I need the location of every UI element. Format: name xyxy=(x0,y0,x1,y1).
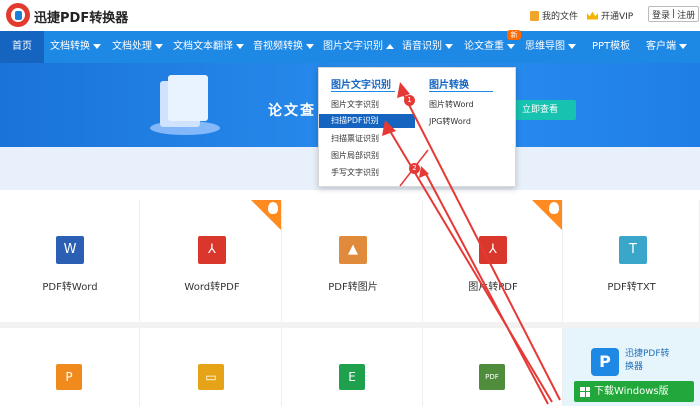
menu-item-jpg-to-word[interactable]: JPG转Word xyxy=(429,116,471,127)
excel-icon: E xyxy=(339,364,365,390)
tool-word-to-pdf[interactable]: ⅄ Word转PDF xyxy=(142,200,282,322)
banner-title: 论文查 xyxy=(268,103,316,119)
chevron-down-icon xyxy=(507,43,515,49)
nav-doc-convert-label: 文档转换 xyxy=(50,41,90,52)
folder-icon xyxy=(530,10,539,21)
pdf-doc-icon: PDF xyxy=(479,364,505,390)
menu-item-partial-ocr[interactable]: 图片局部识别 xyxy=(331,150,379,161)
pdf-icon: ⅄ xyxy=(198,236,226,264)
chevron-up-icon xyxy=(386,43,394,49)
nav-client[interactable]: 客户端 xyxy=(646,31,687,63)
register-link[interactable]: 注册 xyxy=(677,8,695,21)
nav-plagiarism-label: 论文查重 xyxy=(464,41,504,52)
menu-item-image-ocr[interactable]: 图片文字识别 xyxy=(331,99,379,110)
promo-title-line2: 换器 xyxy=(625,362,644,372)
tool-row2-image[interactable]: ▭ xyxy=(142,328,282,406)
nav-speech-label: 语音识别 xyxy=(402,41,442,52)
chevron-down-icon xyxy=(236,43,244,49)
word-icon: W xyxy=(56,236,84,264)
download-windows-button[interactable]: 下载Windows版 xyxy=(574,381,694,402)
pdf-app-logo-icon: P xyxy=(591,348,619,376)
chevron-down-icon xyxy=(93,43,101,49)
tool-label: PDF转TXT xyxy=(607,282,656,293)
promo-title: 迅捷PDF转 换器 xyxy=(625,348,695,374)
tool-image-to-pdf[interactable]: ⅄ 图片转PDF xyxy=(423,200,563,322)
nav-doc-translate-label: 文档文本翻译 xyxy=(173,41,233,52)
step-marker-2: 2 xyxy=(409,163,420,174)
step-marker-1: 1 xyxy=(404,95,415,106)
vip-link[interactable]: 开通VIP xyxy=(587,9,633,22)
top-header: 迅捷PDF转换器 我的文件 开通VIP 登录 | 注册 xyxy=(0,0,700,31)
image-icon: ▲ xyxy=(339,236,367,264)
chevron-down-icon xyxy=(568,43,576,49)
login-link[interactable]: 登录 xyxy=(652,8,670,21)
download-label: 下载Windows版 xyxy=(594,386,669,397)
heading-underline xyxy=(429,91,493,92)
page: 迅捷PDF转换器 我的文件 开通VIP 登录 | 注册 首页 文档转换 文档处理… xyxy=(0,0,700,406)
my-files-label: 我的文件 xyxy=(542,12,579,22)
promo-title-line1: 迅捷PDF转 xyxy=(625,349,670,359)
nav-home-label: 首页 xyxy=(12,41,32,52)
app-name: 迅捷PDF转换器 xyxy=(34,11,129,26)
nav-image-ocr-label: 图片文字识别 xyxy=(323,41,383,52)
heading-underline xyxy=(331,91,395,92)
txt-icon: T xyxy=(619,236,647,264)
tool-label: Word转PDF xyxy=(184,282,240,293)
chevron-down-icon xyxy=(306,43,314,49)
tool-pdf-to-txt[interactable]: T PDF转TXT xyxy=(563,200,700,322)
nav-speech[interactable]: 语音识别 xyxy=(402,31,453,63)
nav-home[interactable]: 首页 xyxy=(0,31,44,63)
tool-pdf-to-image[interactable]: ▲ PDF转图片 xyxy=(283,200,423,322)
nav-doc-convert[interactable]: 文档转换 xyxy=(50,31,101,63)
crown-icon xyxy=(587,11,598,20)
nav-mindmap[interactable]: 思维导图 xyxy=(525,31,576,63)
picture-icon: ▭ xyxy=(198,364,224,390)
nav-doc-process[interactable]: 文档处理 xyxy=(112,31,163,63)
menu-item-handwriting-ocr[interactable]: 手写文字识别 xyxy=(331,167,379,178)
auth-separator: | xyxy=(672,9,676,19)
ppt-icon: P xyxy=(56,364,82,390)
menu-item-scan-pdf-ocr[interactable]: 扫描PDF识别 xyxy=(319,114,415,128)
nav-mindmap-label: 思维导图 xyxy=(525,41,565,52)
chevron-down-icon xyxy=(679,43,687,49)
chevron-down-icon xyxy=(155,43,163,49)
nav-image-ocr[interactable]: 图片文字识别 xyxy=(323,31,394,63)
chevron-down-icon xyxy=(445,43,453,49)
nav-ppt-label: PPT模板 xyxy=(592,41,631,52)
pdf-icon: ⅄ xyxy=(479,236,507,264)
main-nav: 首页 文档转换 文档处理 文档文本翻译 音视频转换 图片文字识别 语音识别 论文… xyxy=(0,31,700,63)
auth-box: 登录 | 注册 xyxy=(648,6,700,22)
dropdown-heading-image-convert: 图片转换 xyxy=(429,80,469,91)
nav-av-convert-label: 音视频转换 xyxy=(253,41,303,52)
new-badge: 新 xyxy=(507,30,521,40)
flame-icon xyxy=(268,202,278,214)
tool-label: PDF转Word xyxy=(42,282,98,293)
nav-av-convert[interactable]: 音视频转换 xyxy=(253,31,314,63)
tool-label: PDF转图片 xyxy=(328,282,378,293)
tool-row2-excel[interactable]: E xyxy=(283,328,423,406)
dropdown-heading-ocr: 图片文字识别 xyxy=(331,80,391,91)
nav-doc-process-label: 文档处理 xyxy=(112,41,152,52)
nav-client-label: 客户端 xyxy=(646,41,676,52)
nav-doc-translate[interactable]: 文档文本翻译 xyxy=(173,31,244,63)
tool-row2-ppt[interactable]: P xyxy=(0,328,140,406)
windows-icon xyxy=(580,386,590,397)
banner-illustration xyxy=(130,71,230,141)
app-logo-icon[interactable] xyxy=(6,3,30,27)
tool-pdf-to-word[interactable]: W PDF转Word xyxy=(0,200,140,322)
my-files-link[interactable]: 我的文件 xyxy=(530,9,578,22)
vip-label: 开通VIP xyxy=(601,12,634,22)
tool-row2-pdf[interactable]: PDF xyxy=(423,328,563,406)
nav-ppt[interactable]: PPT模板 xyxy=(592,31,630,63)
flame-icon xyxy=(549,202,559,214)
tool-label: 图片转PDF xyxy=(468,282,518,293)
menu-item-image-to-word[interactable]: 图片转Word xyxy=(429,99,474,110)
menu-item-ticket-ocr[interactable]: 扫描票证识别 xyxy=(331,133,379,144)
